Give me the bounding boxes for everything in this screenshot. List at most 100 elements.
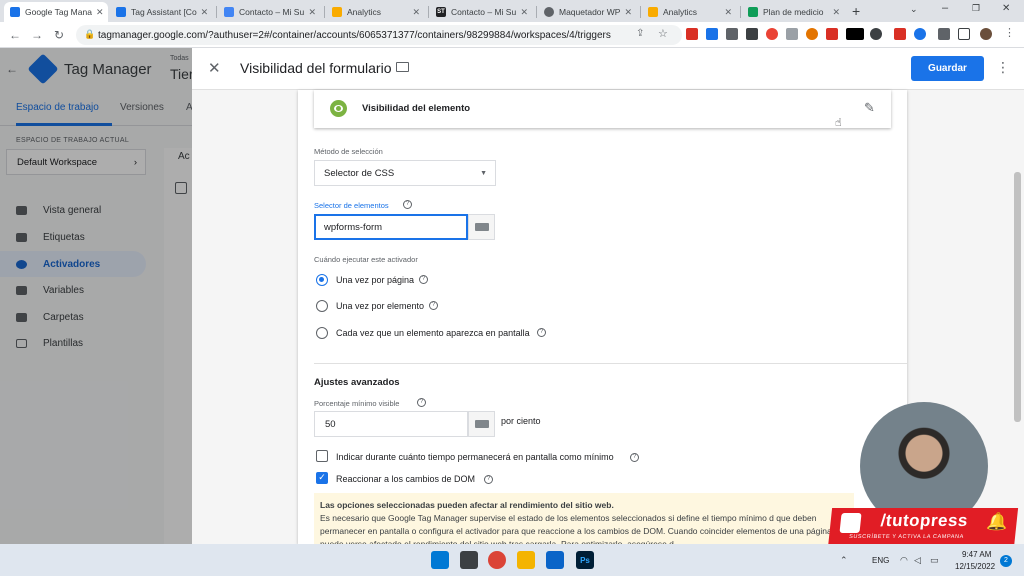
percent-suffix: por ciento [501, 416, 541, 426]
close-icon[interactable]: ✕ [304, 7, 316, 18]
extension-icon[interactable] [686, 28, 698, 40]
modal-scrim[interactable] [0, 48, 192, 544]
close-panel-icon[interactable]: ✕ [208, 59, 221, 77]
restore-icon[interactable]: ❐ [972, 3, 980, 14]
edit-pencil-icon[interactable]: ✎ [864, 100, 875, 116]
tab-label: Google Tag Mana [25, 7, 92, 17]
scrollbar[interactable] [1014, 172, 1021, 422]
window-close-icon[interactable]: ✕ [1002, 3, 1010, 14]
save-button[interactable]: Guardar [911, 56, 984, 81]
close-icon[interactable]: ✕ [92, 7, 104, 18]
chrome-icon[interactable] [488, 551, 506, 569]
forward-icon[interactable]: → [28, 26, 46, 44]
extension-icon[interactable] [706, 28, 718, 40]
tab-divider [536, 6, 537, 18]
close-icon[interactable]: ✕ [197, 7, 209, 18]
trigger-type-selector[interactable]: Visibilidad del elemento ✎ [314, 90, 891, 128]
windows-taskbar [0, 544, 1024, 576]
gtm-extension-icon[interactable] [846, 28, 864, 40]
help-icon[interactable]: ? [403, 200, 412, 209]
folder-icon[interactable] [396, 62, 409, 72]
min-visible-input[interactable]: 50 [314, 411, 468, 437]
extension-icon[interactable] [746, 28, 758, 40]
channel-slogan: SUSCRÍBETE Y ACTIVA LA CAMPANA [848, 534, 965, 540]
element-selector-input[interactable]: wpforms-form [314, 214, 468, 240]
menu-kebab-icon[interactable]: ⋮ [1004, 26, 1015, 39]
clock-date[interactable]: 12/15/2022 [955, 562, 995, 571]
wifi-icon[interactable]: ◠ [900, 555, 908, 566]
help-icon[interactable]: ? [630, 453, 639, 462]
language-indicator[interactable]: ENG [872, 556, 889, 565]
help-icon[interactable]: ? [537, 328, 546, 337]
tray-chevron-icon[interactable]: ⌃ [840, 555, 848, 566]
volume-icon[interactable]: ◁ [914, 555, 921, 566]
more-options-icon[interactable]: ⋮ [996, 59, 1010, 76]
when-label: Cuándo ejecutar este activador [314, 255, 418, 264]
radio-once-per-element[interactable] [316, 300, 328, 312]
back-icon[interactable]: ← [6, 26, 24, 44]
task-view-icon[interactable] [460, 551, 478, 569]
reload-icon[interactable]: ↻ [50, 26, 68, 44]
extension-icon[interactable] [806, 28, 818, 40]
extension-icon[interactable] [894, 28, 906, 40]
tab-plan-de-medicion[interactable]: Plan de medicio ✕ [742, 2, 846, 22]
avatar[interactable] [980, 28, 992, 40]
tab-maquetador[interactable]: Maquetador WP ✕ [538, 2, 638, 22]
tab-google-tag-manager[interactable]: Google Tag Mana ✕ [4, 2, 108, 22]
share-icon[interactable]: ⇪ [636, 28, 644, 39]
tab-analytics[interactable]: Analytics ✕ [326, 2, 426, 22]
extension-icon[interactable] [914, 28, 926, 40]
windows-start-icon[interactable] [431, 551, 449, 569]
close-icon[interactable]: ✕ [620, 7, 632, 18]
tab-analytics-2[interactable]: Analytics ✕ [642, 2, 738, 22]
minimize-icon[interactable]: – [942, 2, 948, 14]
tab-contacto[interactable]: Contacto – Mi Su ✕ [218, 2, 322, 22]
side-panel-icon[interactable] [958, 28, 970, 40]
notification-badge[interactable]: 2 [1000, 555, 1012, 567]
radio-once-per-page[interactable] [316, 274, 328, 286]
extension-icon[interactable] [870, 28, 882, 40]
help-icon[interactable]: ? [484, 475, 493, 484]
tab-label: Contacto – Mi Su [239, 7, 305, 17]
extension-icon[interactable] [766, 28, 778, 40]
dom-changes-checkbox[interactable]: ✓ [316, 472, 328, 484]
radio-label: Una vez por elemento [336, 301, 425, 311]
help-icon[interactable]: ? [417, 398, 426, 407]
browser-tab-strip: Google Tag Mana ✕ Tag Assistant [Co ✕ Co… [0, 0, 1024, 22]
min-time-checkbox[interactable] [316, 450, 328, 462]
variable-picker-icon[interactable] [468, 214, 495, 240]
puzzle-icon[interactable] [938, 28, 950, 40]
new-tab-icon[interactable]: + [852, 3, 860, 19]
trigger-name[interactable]: Visibilidad del formulario [240, 60, 391, 76]
extension-icon[interactable] [786, 28, 798, 40]
warning-title: Las opciones seleccionadas pueden afecta… [320, 500, 614, 510]
checkbox-label: Reaccionar a los cambios de DOM [336, 474, 476, 484]
radio-every-time[interactable] [316, 327, 328, 339]
file-explorer-icon[interactable] [517, 551, 535, 569]
mouse-cursor-icon: ☝ [835, 117, 842, 129]
battery-icon[interactable]: ▭ [930, 555, 939, 566]
extension-icon[interactable] [826, 28, 838, 40]
mail-icon[interactable] [546, 551, 564, 569]
tab-contacto-st[interactable]: ST Contacto – Mi Su ✕ [430, 2, 534, 22]
bookmark-star-icon[interactable]: ☆ [658, 27, 668, 40]
divider [314, 363, 907, 364]
dropdown-arrow-icon: ▼ [480, 169, 487, 177]
close-icon[interactable]: ✕ [828, 7, 840, 18]
tab-search-icon[interactable]: ⌄ [910, 4, 918, 15]
clock-time[interactable]: 9:47 AM [962, 550, 991, 559]
help-icon[interactable]: ? [429, 301, 438, 310]
selection-method-value: Selector de CSS [324, 167, 395, 179]
close-icon[interactable]: ✕ [516, 7, 528, 18]
close-icon[interactable]: ✕ [408, 7, 420, 18]
address-bar[interactable]: 🔒 tagmanager.google.com/?authuser=2#/con… [76, 25, 682, 45]
photoshop-icon[interactable]: Ps [576, 551, 594, 569]
thumbs-up-icon [839, 513, 862, 533]
extension-icon[interactable] [726, 28, 738, 40]
tab-tag-assistant[interactable]: Tag Assistant [Co ✕ [110, 2, 214, 22]
selection-method-label: Método de selección [314, 147, 383, 156]
variable-picker-icon[interactable] [468, 411, 495, 437]
help-icon[interactable]: ? [419, 275, 428, 284]
selection-method-select[interactable]: Selector de CSS ▼ [314, 160, 496, 186]
close-icon[interactable]: ✕ [720, 7, 732, 18]
